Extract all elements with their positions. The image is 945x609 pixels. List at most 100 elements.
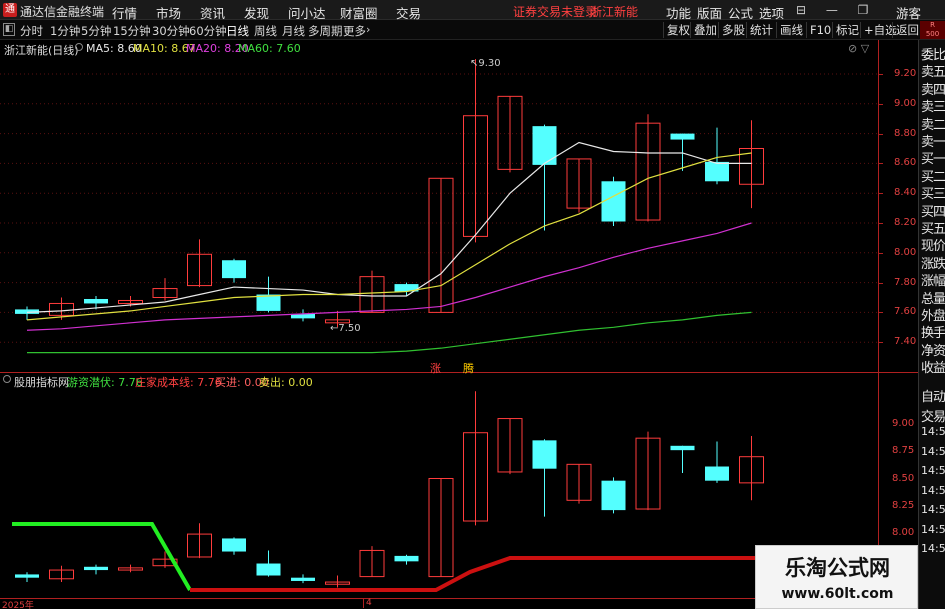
- sub-candle-body: [15, 574, 39, 578]
- watermark-url: www.60lt.com: [781, 586, 894, 602]
- low-annotation: ←7.50: [330, 323, 361, 334]
- period-15min[interactable]: 15分钟: [113, 23, 151, 39]
- title-bar: 通 通达信金融终端 行情 市场 资讯 发现 问小达 财富圈 交易 证券交易未登录…: [0, 0, 945, 33]
- trade-time: 14:56: [921, 464, 945, 477]
- quote-field-label[interactable]: 卖五: [921, 61, 945, 80]
- quote-field-label[interactable]: 外盘: [921, 305, 945, 324]
- sub-candle-body: [256, 563, 281, 576]
- chevron-right-icon[interactable]: ›: [366, 23, 370, 36]
- period-1min[interactable]: 1分钟: [50, 23, 80, 39]
- trade-time: 14:56: [921, 542, 945, 555]
- sub-candle-body: [601, 480, 626, 511]
- login-status[interactable]: 证券交易未登录: [513, 3, 597, 20]
- quote-field-label[interactable]: 收益: [921, 357, 945, 376]
- x-label-month: 4: [366, 598, 372, 608]
- r-badge[interactable]: R 500: [920, 21, 945, 39]
- sub-candle-body: [291, 577, 315, 581]
- quote-field-label[interactable]: 买五: [921, 218, 945, 237]
- sub-y-tick-label: 8.00: [892, 527, 915, 538]
- quote-field-label[interactable]: 现价: [921, 235, 945, 254]
- period-60min[interactable]: 60分钟: [189, 23, 227, 39]
- quote-field-label[interactable]: 买二: [921, 166, 945, 185]
- sub-candle-body: [84, 566, 108, 571]
- r-badge-label: R: [930, 21, 935, 29]
- quote-field-label[interactable]: 委比: [921, 44, 945, 63]
- quote-field-label[interactable]: 买三: [921, 183, 945, 202]
- quote-field-label[interactable]: 涨幅: [921, 270, 945, 289]
- r-badge-number: 500: [925, 30, 940, 38]
- y-tick-label: 8.60: [894, 157, 917, 169]
- x-tick: [363, 598, 364, 608]
- quote-field-label[interactable]: 总量: [921, 288, 945, 307]
- y-tick-label: 8.00: [894, 246, 917, 258]
- sub-candle-body: [705, 466, 729, 481]
- period-more[interactable]: 更多: [343, 23, 366, 39]
- btn-huaxian[interactable]: 画线: [776, 22, 806, 38]
- sub-y-tick-label: 9.00: [892, 418, 915, 429]
- quote-field-label[interactable]: 卖三: [921, 96, 945, 115]
- window-controls[interactable]: ⊟ — ❐ ✕: [796, 2, 878, 33]
- quote-field-label[interactable]: 换手: [921, 322, 945, 341]
- quote-panel: 委比 卖五 卖四 卖三 卖二 卖一 买一 买二 买三 买四 买五 现价 涨跌 涨幅 总量 外盘 换手 净资 收益自动…: [918, 40, 945, 609]
- quote-field-label[interactable]: 卖二: [921, 114, 945, 133]
- period-30min[interactable]: 30分钟: [152, 23, 190, 39]
- auto-trade-label: 自动: [921, 390, 945, 405]
- btn-f10[interactable]: F10: [806, 22, 834, 38]
- youzi-line: [12, 522, 192, 591]
- y-tick-label: 8.40: [894, 187, 917, 199]
- y-tick-label: 8.20: [894, 217, 917, 228]
- ma5-line: [26, 141, 752, 313]
- btn-tongji[interactable]: 统计: [746, 22, 776, 38]
- ma60-line: [27, 311, 752, 354]
- sub-candle-body: [670, 445, 695, 451]
- trade-time: 14:56: [921, 444, 945, 458]
- quote-field-label[interactable]: 买一: [921, 148, 945, 167]
- y-tick-label: 9.00: [894, 97, 917, 109]
- period-5min[interactable]: 5分钟: [81, 23, 111, 39]
- period-monthly[interactable]: 月线: [282, 23, 305, 39]
- btn-biaoji[interactable]: 标记: [832, 22, 862, 38]
- trade-time: 14:56: [921, 483, 945, 497]
- period-weekly[interactable]: 周线: [254, 23, 277, 39]
- trade-time: 14:56: [921, 425, 945, 438]
- ma10-line: [26, 152, 752, 321]
- period-multi[interactable]: 多周期: [308, 23, 343, 39]
- y-tick-label: 7.40: [894, 336, 917, 348]
- btn-duogu[interactable]: 多股: [718, 22, 748, 38]
- collapse-icon[interactable]: ◧: [3, 23, 15, 36]
- btn-fanhui[interactable]: 返回: [892, 22, 922, 38]
- candle-body: [601, 181, 626, 222]
- btn-fuquan[interactable]: 复权: [663, 22, 693, 38]
- high-annotation: ↖9.30: [470, 58, 501, 69]
- watermark-logo: 乐淘公式网 www.60lt.com: [755, 545, 918, 609]
- app-logo-icon: 通: [3, 3, 17, 17]
- candle-body: [84, 298, 108, 304]
- sub-candle-body: [532, 440, 557, 469]
- main-kline-chart[interactable]: [0, 40, 878, 372]
- quote-field-label[interactable]: 卖四: [921, 79, 945, 98]
- period-fenshi[interactable]: 分时: [20, 23, 43, 39]
- candle-body: [532, 126, 557, 165]
- main-y-axis: 9.20 9.00 8.80 8.60 8.40 8.20 8.00 7.80 7.60 7.40: [878, 40, 918, 380]
- sub-candle-body: [222, 538, 246, 552]
- auto-trade-label: 交易: [921, 409, 945, 425]
- sub-y-tick-label: 8.75: [892, 445, 915, 457]
- quote-field-label[interactable]: 卖一: [921, 131, 945, 150]
- high-value: 9.30: [478, 58, 501, 69]
- candle-body: [256, 294, 281, 311]
- trade-time: 14:56: [921, 503, 945, 516]
- period-daily[interactable]: 日线: [226, 23, 249, 39]
- quote-field-label[interactable]: 买四: [921, 201, 945, 220]
- period-toolbar: ◧ 分时 1分钟 5分钟 15分钟 30分钟 60分钟 日线 周线 月线 多周期…: [0, 20, 945, 40]
- ma20-line: [26, 222, 752, 331]
- sub-y-tick-label: 8.25: [892, 499, 915, 511]
- quote-field-label[interactable]: 涨跌: [921, 253, 945, 272]
- current-stock-name: 浙江新能: [590, 5, 639, 19]
- indicator-chart[interactable]: [0, 372, 878, 598]
- candle-body: [222, 260, 246, 279]
- y-tick-label: 7.80: [894, 276, 917, 288]
- candle-body: [705, 161, 729, 182]
- btn-diejia[interactable]: 叠加: [690, 22, 720, 38]
- y-tick-label: 8.80: [894, 127, 917, 139]
- quote-field-label[interactable]: 净资: [921, 340, 945, 359]
